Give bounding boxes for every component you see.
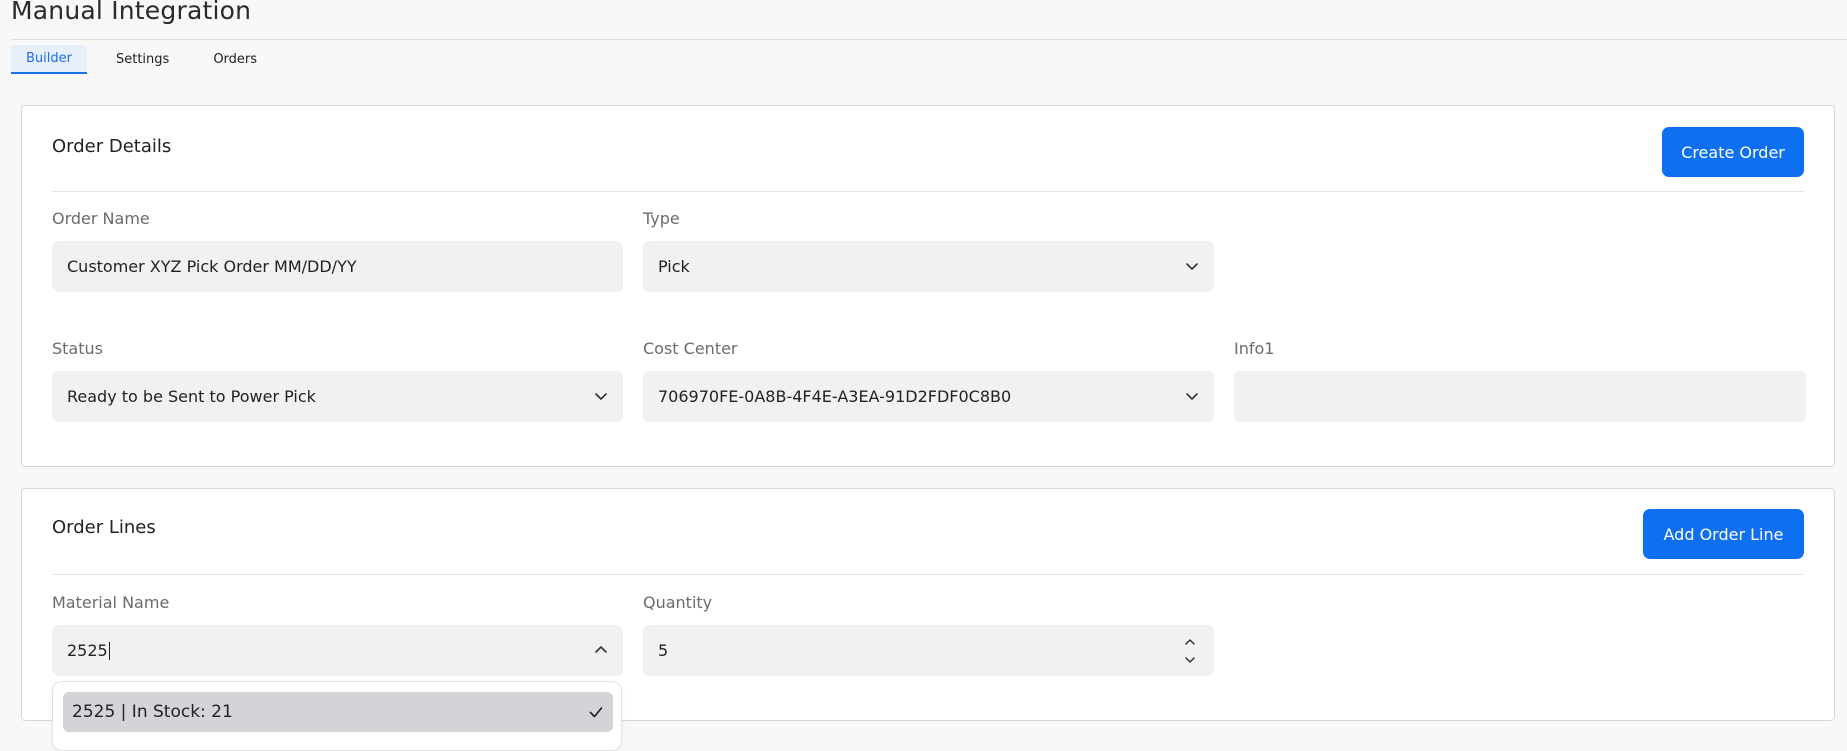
order-name-value: Customer XYZ Pick Order MM/DD/YY [67, 257, 357, 276]
order-details-card: Order Details Create Order Order Name Cu… [21, 105, 1835, 467]
tab-builder[interactable]: Builder [11, 45, 87, 74]
chevron-up-icon[interactable] [594, 643, 608, 657]
create-order-button[interactable]: Create Order [1662, 127, 1804, 177]
info1-label: Info1 [1234, 339, 1275, 358]
chevron-down-icon [1186, 263, 1198, 270]
status-select[interactable]: Ready to be Sent to Power Pick [52, 371, 623, 422]
chevron-down-icon [1186, 393, 1198, 400]
quantity-label: Quantity [643, 593, 713, 612]
status-value: Ready to be Sent to Power Pick [67, 387, 316, 406]
add-order-line-button[interactable]: Add Order Line [1643, 509, 1804, 559]
material-name-combobox[interactable]: 2525 [52, 625, 623, 676]
info1-input[interactable] [1234, 371, 1806, 422]
order-lines-title: Order Lines [52, 517, 156, 538]
order-name-input[interactable]: Customer XYZ Pick Order MM/DD/YY [52, 241, 623, 292]
order-lines-divider [52, 574, 1804, 575]
chevron-down-icon [595, 393, 607, 400]
order-name-label: Order Name [52, 209, 150, 228]
type-select[interactable]: Pick [643, 241, 1214, 292]
tab-orders[interactable]: Orders [198, 45, 272, 74]
dropdown-option[interactable]: 2525 | In Stock: 21 [63, 692, 613, 732]
tab-bar: Builder Settings Orders [11, 45, 286, 75]
material-dropdown: 2525 | In Stock: 21 [52, 681, 622, 751]
quantity-value: 5 [658, 641, 669, 660]
dropdown-option-label: 2525 | In Stock: 21 [72, 702, 233, 722]
page-title: Manual Integration [11, 0, 252, 25]
order-details-divider [52, 191, 1804, 192]
cost-center-select[interactable]: 706970FE-0A8B-4F4E-A3EA-91D2FDF0C8B0 [643, 371, 1214, 422]
text-cursor [108, 641, 110, 660]
type-value: Pick [658, 257, 690, 276]
check-icon [589, 707, 603, 718]
quantity-input[interactable]: 5 [643, 625, 1214, 676]
cost-center-value: 706970FE-0A8B-4F4E-A3EA-91D2FDF0C8B0 [658, 387, 1012, 406]
type-label: Type [643, 209, 680, 228]
title-divider [11, 39, 1847, 40]
tab-settings[interactable]: Settings [101, 45, 184, 74]
cost-center-label: Cost Center [643, 339, 738, 358]
material-name-label: Material Name [52, 593, 170, 612]
status-label: Status [52, 339, 103, 358]
number-stepper-icon[interactable] [1184, 635, 1196, 667]
order-details-title: Order Details [52, 136, 172, 157]
material-name-value: 2525 [67, 641, 108, 660]
